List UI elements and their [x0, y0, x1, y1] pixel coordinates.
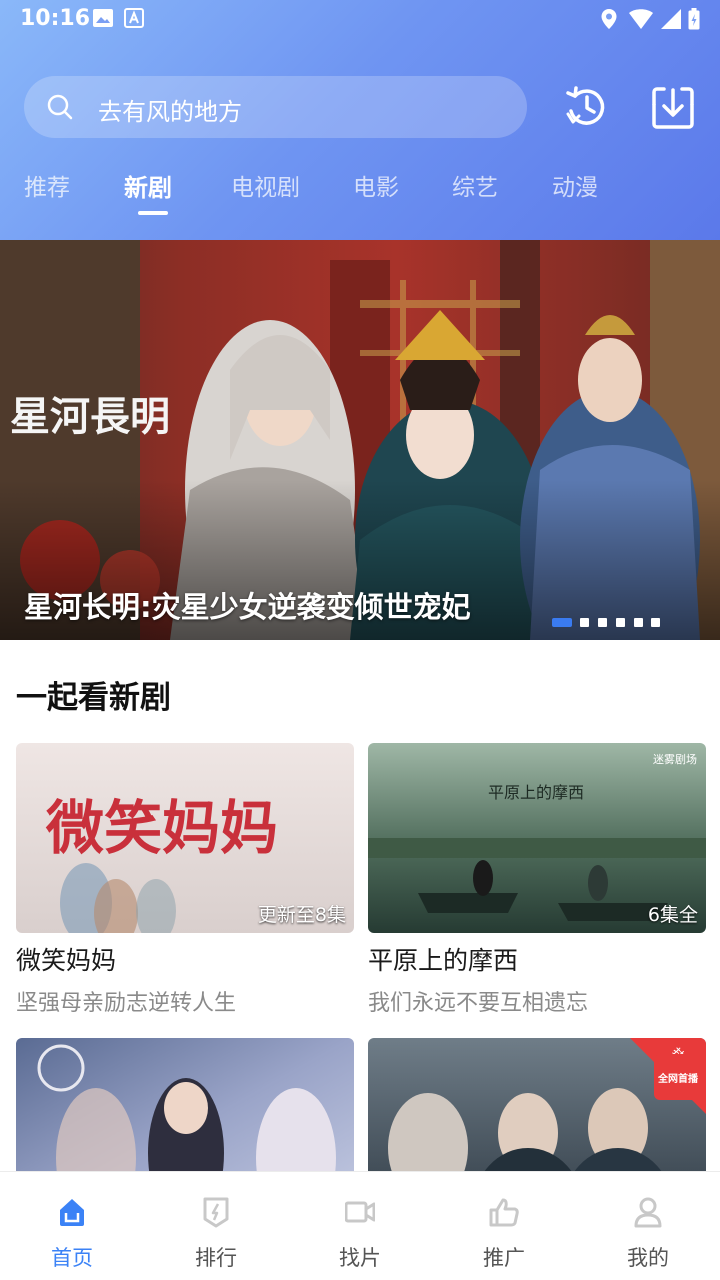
nav-label: 找片: [339, 1246, 381, 1270]
episode-badge: 更新至8集: [257, 904, 346, 926]
tab-anime[interactable]: 动漫: [552, 168, 598, 202]
section-title: 一起看新剧: [16, 680, 171, 716]
carousel-dot-active: [552, 618, 572, 627]
drama-title: 平原上的摩西: [368, 946, 519, 975]
tab-new-drama[interactable]: 新剧: [124, 168, 172, 203]
video-camera-icon: [345, 1201, 375, 1223]
wifi-icon: [628, 8, 654, 34]
ranking-icon: [203, 1197, 229, 1228]
carousel-dot: [580, 618, 589, 627]
drama-card-thumbnail: 微笑妈妈 更新至8集: [16, 743, 354, 933]
drama-card[interactable]: 微笑妈妈 更新至8集 微笑妈妈 坚强母亲励志逆转人生: [16, 743, 354, 1023]
text-notification-icon: [124, 8, 144, 32]
tab-movies[interactable]: 电影: [353, 168, 399, 202]
search-placeholder: 去有风的地方: [98, 98, 242, 126]
signal-icon: [660, 8, 682, 34]
download-icon: [652, 87, 694, 129]
drama-card[interactable]: [16, 1038, 354, 1171]
card-2-poster-text: 平原上的摩西: [488, 783, 584, 802]
header: 10:16 去有风的地方 推荐 新剧 电视剧 电影 综艺 动漫: [0, 0, 720, 240]
history-icon: [566, 86, 605, 125]
bottom-navigation: 首页 排行 找片 推广 我的: [0, 1171, 720, 1280]
nav-profile[interactable]: 我的: [576, 1172, 720, 1280]
tab-recommend[interactable]: 推荐: [24, 168, 70, 202]
home-icon: [60, 1199, 84, 1226]
category-tabs: 推荐 新剧 电视剧 电影 综艺 动漫: [0, 168, 720, 218]
location-icon: [600, 8, 618, 34]
card-2-logo-text: 迷雾剧场: [653, 752, 697, 766]
nav-label: 推广: [483, 1246, 525, 1270]
carousel-dot: [616, 618, 625, 627]
card-1-poster-text: 微笑妈妈: [45, 794, 278, 862]
banner-title[interactable]: 星河长明:灾星少女逆袭变倾世宠妃: [24, 584, 471, 626]
tab-variety[interactable]: 综艺: [452, 168, 498, 202]
carousel-dot: [651, 618, 660, 627]
carousel-dot: [634, 618, 643, 627]
search-icon: [46, 93, 74, 125]
battery-icon: [688, 8, 700, 34]
user-icon: [634, 1197, 662, 1228]
nav-ranking[interactable]: 排行: [144, 1172, 288, 1280]
drama-subtitle: 我们永远不要互相遗忘: [368, 991, 589, 1016]
nav-label: 排行: [195, 1246, 237, 1270]
tab-tv-series[interactable]: 电视剧: [231, 168, 300, 202]
drama-card-thumbnail: 热播 全网首播: [368, 1038, 706, 1171]
nav-find-videos[interactable]: 找片: [288, 1172, 432, 1280]
image-notification-icon: [92, 8, 114, 32]
carousel-dot: [598, 618, 607, 627]
drama-card-thumbnail: 平原上的摩西 迷雾剧场 6集全: [368, 743, 706, 933]
banner-poster-text: 星河長明: [10, 393, 170, 440]
banner-carousel[interactable]: 星河長明: [0, 240, 720, 640]
status-bar: 10:16: [0, 0, 720, 36]
drama-card-thumbnail: [16, 1038, 354, 1171]
search-input[interactable]: 去有风的地方: [24, 76, 527, 138]
drama-card[interactable]: 热播 全网首播: [368, 1038, 706, 1171]
episode-badge: 6集全: [647, 904, 698, 926]
nav-label: 我的: [627, 1246, 669, 1270]
drama-title: 微笑妈妈: [16, 946, 117, 975]
history-button[interactable]: [563, 84, 609, 130]
drama-card[interactable]: 平原上的摩西 迷雾剧场 6集全 平原上的摩西 我们永远不要互相遗忘: [368, 743, 706, 1023]
card-4-corner-tag-2: 全网首播: [657, 1072, 699, 1085]
status-time: 10:16: [20, 6, 91, 31]
nav-home[interactable]: 首页: [0, 1172, 144, 1280]
thumbs-up-icon: [489, 1198, 519, 1227]
nav-label: 首页: [51, 1246, 93, 1270]
drama-subtitle: 坚强母亲励志逆转人生: [16, 991, 237, 1016]
download-button[interactable]: [650, 84, 696, 130]
nav-promote[interactable]: 推广: [432, 1172, 576, 1280]
banner-poster-image: 星河長明: [0, 240, 720, 640]
active-tab-indicator: [138, 211, 168, 215]
